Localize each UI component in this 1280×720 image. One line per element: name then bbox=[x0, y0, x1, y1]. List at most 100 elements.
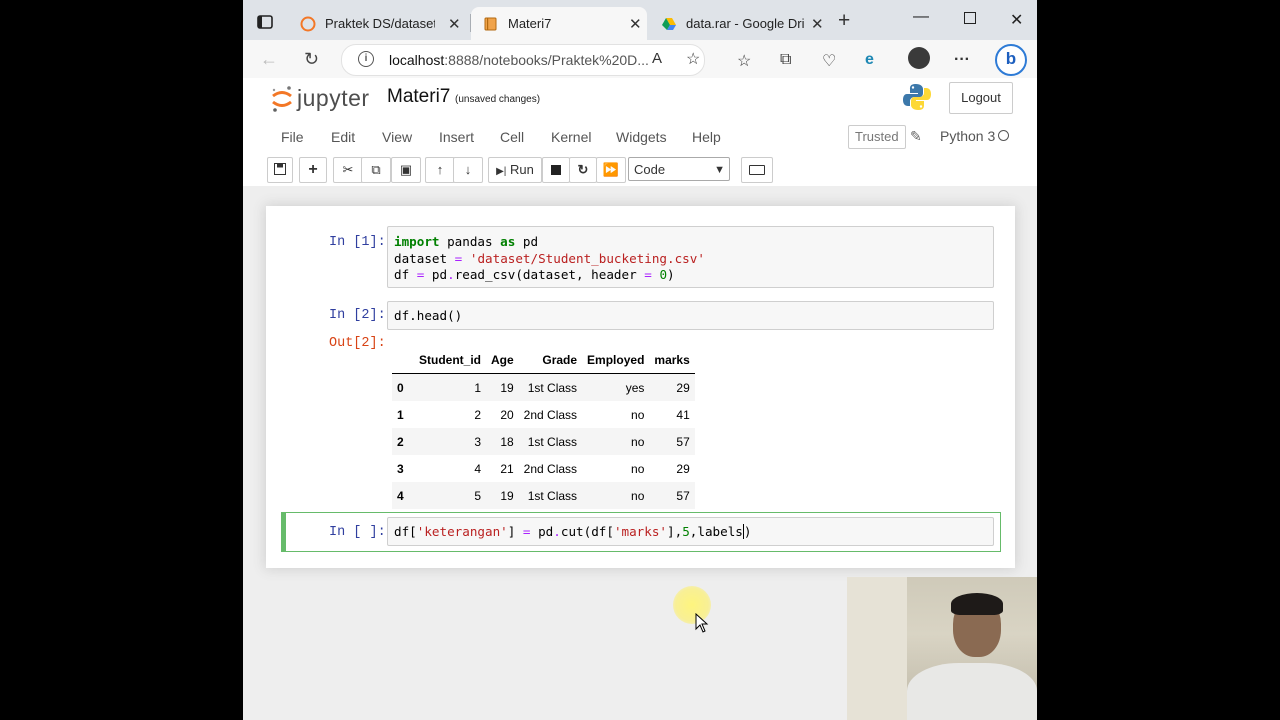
copy-button[interactable]: ⧉ bbox=[361, 157, 391, 183]
close-icon[interactable]: ✕ bbox=[811, 15, 824, 33]
output-prompt: Out[2]: bbox=[329, 336, 386, 351]
python-logo-icon bbox=[903, 84, 931, 110]
move-up-button[interactable]: ↑ bbox=[425, 157, 455, 183]
refresh-icon[interactable]: ↻ bbox=[304, 49, 319, 70]
kernel-name[interactable]: Python 3 bbox=[940, 128, 995, 144]
trusted-badge[interactable]: Trusted bbox=[848, 125, 906, 149]
code-cell-input[interactable]: df.head() bbox=[387, 301, 994, 330]
jupyter-logo-text: jupyter bbox=[297, 85, 370, 111]
run-button[interactable]: ▶| Run bbox=[488, 157, 542, 183]
cut-button[interactable]: ✂ bbox=[333, 157, 363, 183]
tab-label: Materi7 bbox=[508, 16, 552, 31]
input-prompt: In [ ]: bbox=[329, 525, 386, 540]
menu-cell[interactable]: Cell bbox=[500, 129, 524, 145]
save-icon bbox=[274, 163, 286, 175]
table-cell: 1st Class bbox=[527, 434, 578, 449]
text-caret bbox=[742, 524, 744, 539]
row-index: 0 bbox=[397, 380, 404, 395]
favorites-icon[interactable]: ☆ bbox=[737, 51, 751, 71]
code-keyword: import bbox=[394, 234, 440, 249]
notebook-area: In [1]: import pandas as pd dataset = 'd… bbox=[243, 186, 1037, 720]
logout-button[interactable]: Logout bbox=[949, 82, 1013, 114]
tab-label: Praktek DS/dataset/ bbox=[325, 16, 435, 31]
copy-icon: ⧉ bbox=[371, 162, 381, 177]
menu-widgets[interactable]: Widgets bbox=[616, 129, 667, 145]
cell-type-select[interactable]: Code ▼ bbox=[628, 157, 730, 181]
keyboard-icon bbox=[749, 165, 765, 175]
table-cell: 57 bbox=[676, 488, 690, 503]
column-header: Grade bbox=[542, 352, 578, 367]
table-cell: no bbox=[631, 434, 645, 449]
menu-kernel[interactable]: Kernel bbox=[551, 129, 591, 145]
interrupt-button[interactable] bbox=[542, 157, 570, 183]
notebook-container: In [1]: import pandas as pd dataset = 'd… bbox=[266, 206, 1015, 568]
menu-help[interactable]: Help bbox=[692, 129, 721, 145]
google-drive-icon bbox=[662, 18, 676, 30]
new-tab-button[interactable]: + bbox=[838, 10, 850, 31]
command-palette-button[interactable] bbox=[741, 157, 773, 183]
tab-materi7[interactable]: Materi7 ✕ bbox=[471, 7, 647, 40]
column-header: marks bbox=[654, 352, 690, 367]
index-header bbox=[392, 346, 414, 374]
code-line: df['keterangan'] = pd.cut(df['marks'],5,… bbox=[394, 524, 752, 539]
tab-praktek[interactable]: Praktek DS/dataset/ ✕ bbox=[288, 7, 468, 40]
profile-avatar[interactable] bbox=[908, 47, 930, 69]
fast-forward-icon: ⏩ bbox=[602, 162, 620, 177]
jupyter-header: jupyter Materi7 (unsaved changes) Logout bbox=[243, 78, 1037, 124]
table-cell: 57 bbox=[676, 434, 690, 449]
input-prompt: In [2]: bbox=[329, 308, 386, 323]
edit-pencil-icon[interactable]: ✎ bbox=[910, 128, 922, 145]
tab-google-drive[interactable]: data.rar - Google Drive ✕ bbox=[649, 7, 829, 40]
jupyter-logo-icon[interactable] bbox=[270, 84, 294, 114]
bing-chat-icon[interactable]: b bbox=[995, 44, 1027, 76]
move-down-button[interactable]: ↓ bbox=[453, 157, 483, 183]
notebook-toolbar: + ✂ ⧉ ▣ ↑ ↓ ▶| Run ↻ ⏩ Code ▼ bbox=[243, 152, 1037, 186]
dataframe-table: Student_id Age Grade Employed marks 0 1 … bbox=[392, 346, 695, 509]
table-cell: 41 bbox=[676, 407, 690, 422]
maximize-icon[interactable] bbox=[964, 12, 976, 24]
save-button[interactable] bbox=[267, 157, 293, 183]
tab-label: data.rar - Google Drive bbox=[686, 16, 804, 31]
table-cell: 20 bbox=[500, 407, 514, 422]
read-aloud-icon[interactable]: A bbox=[652, 50, 662, 67]
arrow-up-icon: ↑ bbox=[436, 162, 444, 177]
menu-view[interactable]: View bbox=[382, 129, 412, 145]
plus-icon: + bbox=[308, 161, 318, 178]
site-info-icon[interactable]: i bbox=[358, 51, 374, 67]
browser-essentials-icon[interactable]: ♡ bbox=[822, 51, 836, 71]
run-label: Run bbox=[510, 162, 534, 177]
table-cell: no bbox=[631, 488, 645, 503]
table-cell: 3 bbox=[474, 434, 481, 449]
url-text: localhost:8888/notebooks/Praktek%20D... bbox=[389, 52, 649, 68]
code-string: 'dataset/Student_bucketing.csv' bbox=[469, 250, 705, 266]
menu-edit[interactable]: Edit bbox=[331, 129, 355, 145]
tab-strip: Praktek DS/dataset/ ✕ Materi7 ✕ data.rar… bbox=[243, 0, 1037, 44]
code-cell-input[interactable]: import pandas as pd dataset = 'dataset/S… bbox=[387, 226, 994, 288]
edge-extension-icon[interactable]: e bbox=[865, 51, 874, 69]
row-index: 1 bbox=[397, 407, 404, 422]
menu-insert[interactable]: Insert bbox=[439, 129, 474, 145]
table-cell: 2 bbox=[474, 407, 481, 422]
code-cell-input[interactable]: df['keterangan'] = pd.cut(df['marks'],5,… bbox=[387, 517, 994, 546]
url-host: localhost bbox=[389, 52, 445, 68]
notebook-title[interactable]: Materi7 bbox=[387, 86, 450, 108]
restart-button[interactable]: ↻ bbox=[569, 157, 597, 183]
back-arrow-icon[interactable]: ← bbox=[260, 49, 278, 70]
window-close-icon[interactable]: ✕ bbox=[1010, 10, 1023, 30]
jupyter-icon bbox=[300, 16, 316, 32]
insert-cell-button[interactable]: + bbox=[299, 157, 327, 183]
restart-run-all-button[interactable]: ⏩ bbox=[596, 157, 626, 183]
close-icon[interactable]: ✕ bbox=[448, 15, 461, 33]
favorite-add-icon[interactable]: ☆ bbox=[686, 49, 700, 69]
table-row: 2 3 18 1st Class no 57 bbox=[392, 428, 695, 455]
url-field[interactable]: i localhost:8888/notebooks/Praktek%20D..… bbox=[341, 44, 705, 76]
close-icon[interactable]: ✕ bbox=[629, 15, 642, 33]
paste-button[interactable]: ▣ bbox=[391, 157, 421, 183]
table-row: 1 2 20 2nd Class no 41 bbox=[392, 401, 695, 428]
tab-actions-icon[interactable] bbox=[257, 14, 273, 30]
menu-file[interactable]: File bbox=[281, 129, 304, 145]
minimize-icon[interactable]: — bbox=[913, 8, 929, 26]
more-options-icon[interactable]: ··· bbox=[954, 51, 970, 69]
collections-icon[interactable]: ⧉ bbox=[780, 51, 791, 69]
code-string: 'keterangan' bbox=[416, 524, 508, 539]
